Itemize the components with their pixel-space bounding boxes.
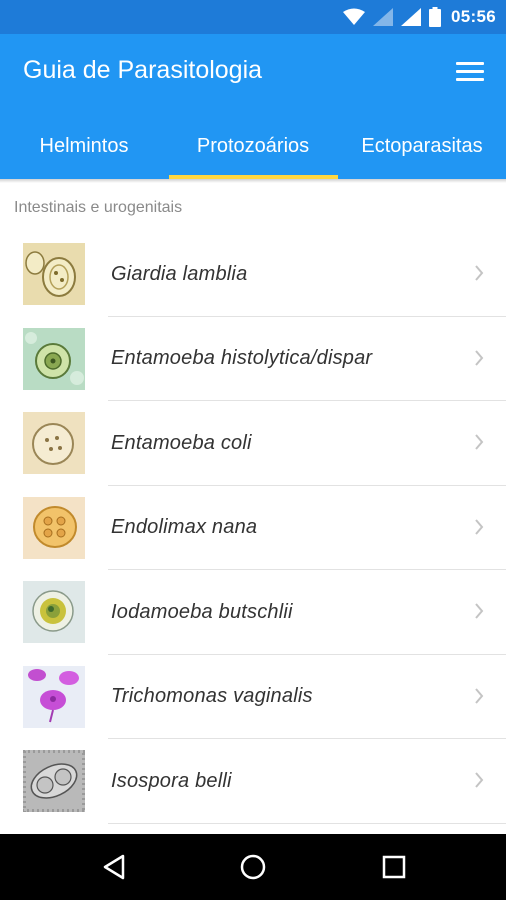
list-item-endolimax-nana[interactable]: Endolimax nana — [0, 486, 506, 570]
entamoeba-histolytica-thumbnail — [23, 327, 85, 390]
navigation-bar — [0, 834, 506, 900]
section-header: Intestinais e urogenitais — [14, 199, 183, 216]
item-name: Entamoeba histolytica/dispar — [111, 347, 373, 369]
chevron-right-icon — [474, 433, 484, 456]
recents-button[interactable] — [379, 852, 409, 882]
endolimax-nana-thumbnail — [23, 496, 85, 559]
back-button[interactable] — [99, 852, 129, 882]
tab-protozoarios[interactable]: Protozoários — [168, 126, 338, 179]
wifi-icon — [343, 8, 366, 26]
battery-icon — [429, 7, 442, 27]
chevron-right-icon — [474, 264, 484, 287]
status-bar: 05:56 — [0, 0, 506, 34]
app-bar: Guia de Parasitologia Helmintos Protozoá… — [0, 34, 506, 179]
chevron-right-icon — [474, 518, 484, 541]
list-item-giardia-lamblia[interactable]: Giardia lamblia — [0, 232, 506, 317]
home-circle-icon — [240, 854, 266, 880]
back-triangle-icon — [103, 854, 125, 880]
app-title: Guia de Parasitologia — [23, 56, 263, 84]
item-name: Giardia lamblia — [111, 262, 248, 285]
list-item-entamoeba-histolytica[interactable]: Entamoeba histolytica/dispar — [0, 317, 506, 401]
isospora-belli-thumbnail — [23, 750, 85, 812]
status-icons: 05:56 — [335, 0, 496, 34]
chevron-right-icon — [474, 349, 484, 372]
entamoeba-coli-thumbnail — [23, 412, 85, 474]
chevron-right-icon — [474, 771, 484, 794]
recents-square-icon — [382, 855, 406, 879]
trichomonas-vaginalis-thumbnail — [23, 665, 85, 728]
home-button[interactable] — [238, 852, 268, 882]
tab-ectoparasitas[interactable]: Ectoparasitas — [338, 126, 506, 179]
iodamoeba-butschlii-thumbnail — [23, 581, 85, 643]
divider — [108, 822, 506, 824]
hamburger-menu-icon — [456, 62, 484, 65]
item-name: Trichomonas vaginalis — [111, 685, 313, 707]
toolbar-shadow — [0, 179, 506, 183]
parasite-list: Giardia lamblia Entamoeba histolytica/di… — [0, 232, 506, 824]
giardia-thumbnail — [23, 243, 85, 305]
tab-label: Ectoparasitas — [361, 135, 483, 157]
item-name: Endolimax nana — [111, 516, 258, 538]
signal-icon — [401, 8, 422, 26]
signal-empty-icon — [373, 8, 394, 26]
list-item-isospora-belli[interactable]: Isospora belli — [0, 739, 506, 824]
status-clock: 05:56 — [451, 7, 496, 26]
tab-label: Protozoários — [196, 135, 310, 157]
item-name: Entamoeba coli — [111, 431, 252, 454]
list-item-iodamoeba-butschlii[interactable]: Iodamoeba butschlii — [0, 570, 506, 655]
item-name: Iodamoeba butschlii — [111, 600, 293, 623]
tab-bar: Helmintos Protozoários Ectoparasitas — [0, 126, 506, 179]
item-name: Isospora belli — [111, 769, 232, 792]
chevron-right-icon — [474, 602, 484, 625]
tab-helmintos[interactable]: Helmintos — [0, 126, 168, 179]
chevron-right-icon — [474, 687, 484, 710]
list-item-entamoeba-coli[interactable]: Entamoeba coli — [0, 401, 506, 486]
tab-label: Helmintos — [39, 135, 129, 157]
list-item-trichomonas-vaginalis[interactable]: Trichomonas vaginalis — [0, 655, 506, 739]
menu-button[interactable] — [456, 62, 484, 86]
